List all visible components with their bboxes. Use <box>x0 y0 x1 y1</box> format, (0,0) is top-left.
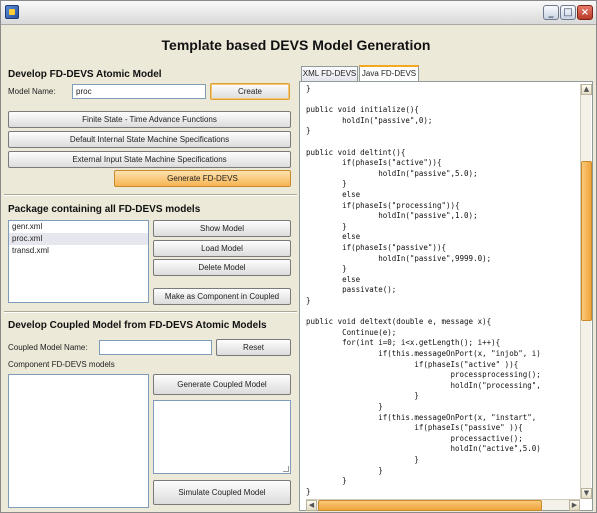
code-line: } <box>306 455 419 464</box>
code-line: } <box>306 126 311 136</box>
scroll-right-icon[interactable]: ▶ <box>569 500 580 511</box>
scroll-down-icon[interactable]: ▼ <box>581 488 592 499</box>
create-button[interactable]: Create <box>210 83 290 100</box>
left-panel: Develop FD-DEVS Atomic Model Model Name:… <box>4 64 297 509</box>
code-line: passivate(); <box>306 285 397 295</box>
list-item[interactable]: transd.xml <box>9 245 148 257</box>
code-line: holdIn("passive",9999.0); <box>306 253 492 263</box>
list-item[interactable]: proc.xml <box>9 233 148 245</box>
list-item[interactable]: genr.xml <box>9 221 148 233</box>
simulate-coupled-button[interactable]: Simulate Coupled Model <box>153 480 291 505</box>
code-line: } <box>306 179 347 189</box>
model-name-input[interactable]: proc <box>72 84 206 99</box>
app-window: _ □ × Template based DEVS Model Generati… <box>0 0 597 513</box>
code-line: else <box>306 274 361 284</box>
component-models-label: Component FD-DEVS models <box>8 360 115 369</box>
delete-model-button[interactable]: Delete Model <box>153 259 291 276</box>
code-line: } <box>306 465 383 475</box>
coupled-output-area[interactable] <box>153 400 291 474</box>
make-component-button[interactable]: Make as Component in Coupled <box>153 288 291 305</box>
code-line: } <box>306 402 383 411</box>
code-line: if(this.messageOnPort(x, "injob", i) <box>306 349 541 358</box>
code-line: if(phaseIs("active")){ <box>306 158 442 168</box>
code-line: public void deltint(){ <box>306 147 406 157</box>
code-line: } <box>306 476 347 486</box>
code-line: else <box>306 232 361 242</box>
app-icon <box>5 5 19 19</box>
scroll-left-icon[interactable]: ◀ <box>306 500 317 511</box>
scroll-up-icon[interactable]: ▲ <box>581 84 592 95</box>
divider <box>4 311 297 313</box>
internal-spec-button[interactable]: Default Internal State Machine Specifica… <box>8 131 291 148</box>
reset-button[interactable]: Reset <box>216 339 291 356</box>
title-bar[interactable]: _ □ × <box>1 1 596 25</box>
close-icon[interactable]: × <box>577 5 593 20</box>
code-line: processprocessing(); <box>306 370 541 380</box>
model-list[interactable]: genr.xml proc.xml transd.xml <box>8 220 149 303</box>
code-line: if(phaseIs("passive")){ <box>306 243 446 252</box>
code-line: processactive(); <box>306 433 523 443</box>
show-model-button[interactable]: Show Model <box>153 220 291 237</box>
vertical-scroll-thumb[interactable] <box>581 161 592 321</box>
code-line: holdIn("passive",5.0); <box>306 168 478 178</box>
resize-grip-icon[interactable] <box>283 466 289 472</box>
coupled-name-label: Coupled Model Name: <box>8 343 88 352</box>
code-line: Continue(e); <box>306 327 397 337</box>
code-line: } <box>306 486 311 496</box>
divider <box>4 194 297 196</box>
generate-fddevs-button[interactable]: Generate FD-DEVS <box>114 170 291 187</box>
code-line: if(phaseIs("processing")){ <box>306 200 460 210</box>
generate-coupled-button[interactable]: Generate Coupled Model <box>153 374 291 395</box>
component-list[interactable] <box>8 374 149 508</box>
code-line: holdIn("passive",0); <box>306 115 433 125</box>
right-panel: XML FD-DEVS Java FD-DEVS } public void in… <box>299 64 594 511</box>
tab-java-fddevs[interactable]: Java FD-DEVS <box>359 65 419 82</box>
vertical-scrollbar[interactable]: ▲ ▼ <box>580 84 592 499</box>
minimize-icon[interactable]: _ <box>543 5 559 20</box>
code-line: holdIn("active",5.0) <box>306 444 541 454</box>
coupled-name-input[interactable] <box>99 340 212 355</box>
code-line: if(this.messageOnPort(x, "instart", <box>306 412 537 422</box>
code-line: } <box>306 296 311 305</box>
package-section-title: Package containing all FD-DEVS models <box>8 204 201 215</box>
code-line: } <box>306 264 347 274</box>
code-line: holdIn("processing", <box>306 380 541 390</box>
coupled-section-title: Develop Coupled Model from FD-DEVS Atomi… <box>8 320 267 331</box>
code-editor[interactable]: } public void initialize(){ holdIn("passi… <box>306 84 578 498</box>
page-title: Template based DEVS Model Generation <box>161 37 431 53</box>
maximize-icon[interactable]: □ <box>560 5 576 20</box>
horizontal-scroll-thumb[interactable] <box>318 500 542 511</box>
atomic-section-title: Develop FD-DEVS Atomic Model <box>8 69 162 80</box>
tab-xml-fddevs[interactable]: XML FD-DEVS <box>301 66 358 81</box>
code-view: } public void initialize(){ holdIn("passi… <box>299 81 593 511</box>
code-line: public void initialize(){ <box>306 105 419 115</box>
code-line: if(phaseIs("passive" )){ <box>306 423 523 433</box>
code-line: holdIn("passive",1.0); <box>306 211 478 221</box>
code-line: } <box>306 391 419 401</box>
horizontal-scrollbar[interactable]: ◀ ▶ <box>306 499 580 511</box>
code-line: } <box>306 84 311 93</box>
code-line: if(phaseIs("active" )){ <box>306 359 519 369</box>
code-line: else <box>306 190 361 199</box>
code-line: } <box>306 221 347 231</box>
external-spec-button[interactable]: External Input State Machine Specificati… <box>8 151 291 168</box>
model-name-label: Model Name: <box>8 87 56 96</box>
code-line: public void deltext(double e, message x)… <box>306 317 492 327</box>
finite-state-button[interactable]: Finite State - Time Advance Functions <box>8 111 291 128</box>
code-line: for(int i=0; i<x.getLength(); i++){ <box>306 338 501 348</box>
load-model-button[interactable]: Load Model <box>153 240 291 257</box>
